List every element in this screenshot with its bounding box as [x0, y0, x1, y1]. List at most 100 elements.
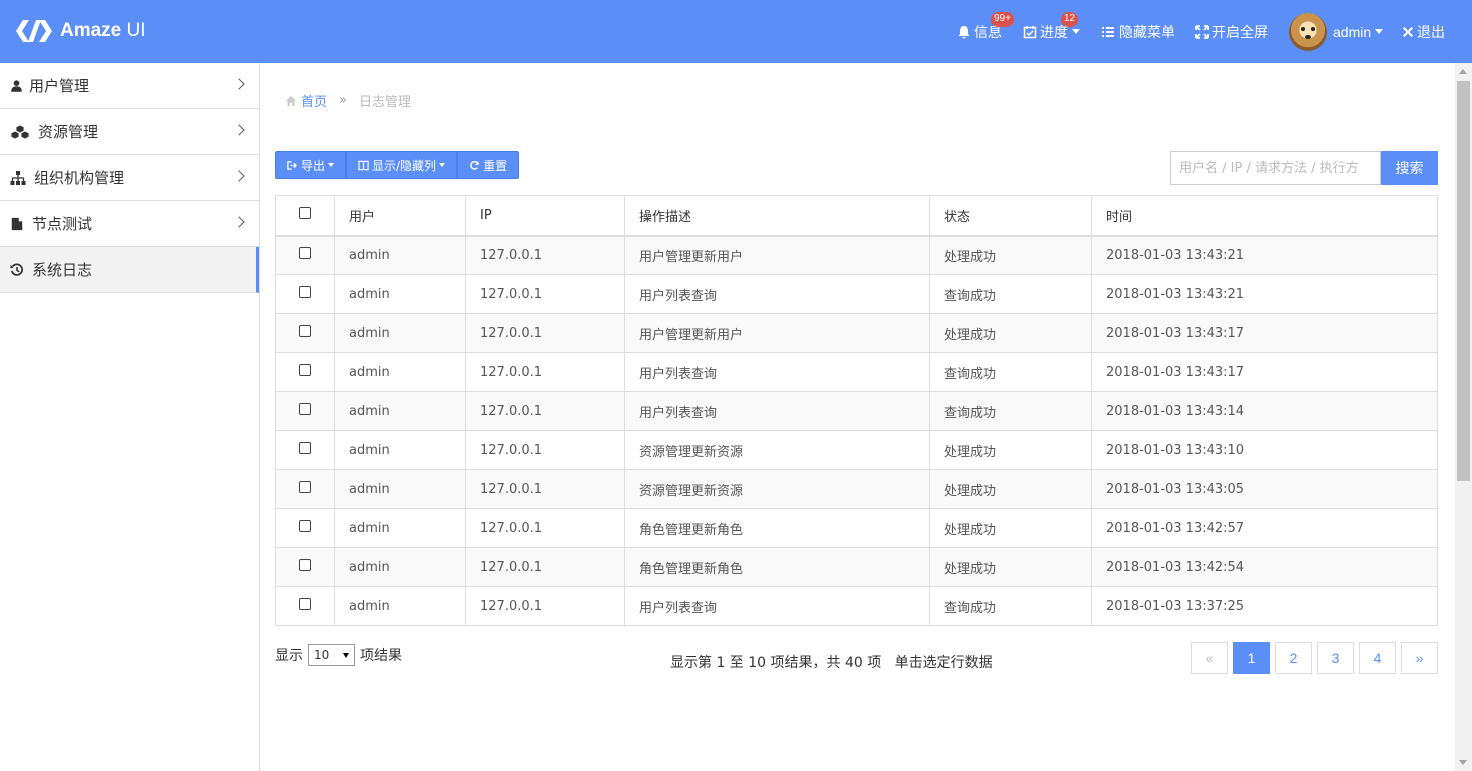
table-cell: 2018-01-03 13:43:05 [1091, 469, 1438, 509]
table-info: 显示第 1 至 10 项结果，共 40 项 单击选定行数据 [670, 655, 993, 671]
sidebar-item-label: 组织机构管理 [34, 169, 125, 187]
sidebar-item-label: 用户管理 [29, 77, 90, 95]
table-row[interactable]: admin 127.0.0.1 角色管理更新角色 处理成功 2018-01-03 13:… [275, 508, 1438, 548]
row-checkbox[interactable] [299, 598, 311, 610]
sidebar-item-label: 资源管理 [38, 123, 99, 141]
page-scrollbar[interactable] [1455, 63, 1472, 771]
calendar-check-icon [1023, 25, 1037, 38]
toggle-columns-button[interactable]: 显示/隐藏列 [346, 151, 458, 179]
column-header[interactable]: 状态 [929, 195, 1092, 237]
select-all-cell [275, 195, 335, 237]
scroll-down-arrow-icon[interactable] [1459, 760, 1467, 765]
table-cell: 用户管理更新用户 [624, 313, 930, 353]
table-cell: admin [334, 391, 466, 431]
table-cell: 127.0.0.1 [465, 274, 625, 314]
row-checkbox[interactable] [299, 364, 311, 376]
progress-menu[interactable]: 进度 12 [1023, 0, 1080, 63]
breadcrumb-separator: » [339, 93, 347, 108]
chevron-down-icon [343, 652, 349, 658]
sitemap-icon [10, 170, 26, 185]
row-checkbox[interactable] [299, 325, 311, 337]
expand-icon [1195, 24, 1209, 39]
progress-badge: 12 [1061, 12, 1079, 27]
messages-menu[interactable]: 信息 99+ [957, 0, 1014, 63]
column-header[interactable]: 操作描述 [624, 195, 930, 237]
row-checkbox[interactable] [299, 520, 311, 532]
table-row[interactable]: admin 127.0.0.1 用户管理更新用户 处理成功 2018-01-03 13:… [275, 313, 1438, 353]
table-row[interactable]: admin 127.0.0.1 用户列表查询 查询成功 2018-01-03 13:37… [275, 586, 1438, 626]
pagination-page[interactable]: 2 [1275, 642, 1312, 674]
reset-button[interactable]: 重置 [457, 151, 520, 179]
select-all-checkbox[interactable] [299, 207, 311, 220]
pagination-next[interactable]: » [1401, 642, 1438, 674]
sidebar-item-organization[interactable]: 组织机构管理 [0, 155, 259, 201]
row-select-cell [275, 508, 335, 548]
chevron-right-icon [233, 216, 245, 228]
breadcrumb-current: 日志管理 [358, 95, 411, 110]
sidebar-item-system-log[interactable]: 系统日志 [0, 247, 259, 293]
pagination-page[interactable]: 1 [1233, 642, 1270, 674]
sidebar-item-users[interactable]: 用户管理 [0, 63, 259, 109]
row-checkbox[interactable] [299, 286, 311, 298]
table-cell: 处理成功 [929, 235, 1092, 275]
table-cell: admin [334, 430, 466, 470]
row-checkbox[interactable] [299, 442, 311, 454]
brand-logo[interactable]: Amaze UI [14, 17, 146, 45]
pagination-prev[interactable]: « [1191, 642, 1228, 674]
page-size-select[interactable]: 10 [308, 644, 355, 666]
table-row[interactable]: admin 127.0.0.1 资源管理更新资源 处理成功 2018-01-03 13:… [275, 430, 1438, 470]
row-checkbox[interactable] [299, 559, 311, 571]
row-select-cell [275, 547, 335, 587]
table-cell: admin [334, 313, 466, 353]
table-cell: 2018-01-03 13:43:14 [1091, 391, 1438, 431]
column-header[interactable]: 用户 [334, 195, 466, 237]
export-button[interactable]: 导出 [275, 151, 347, 179]
table-cell: 2018-01-03 13:43:17 [1091, 313, 1438, 353]
table-cell: 查询成功 [929, 352, 1092, 392]
table-row[interactable]: admin 127.0.0.1 用户列表查询 查询成功 2018-01-03 13:43… [275, 352, 1438, 392]
table-cell: 处理成功 [929, 430, 1092, 470]
refresh-icon [470, 160, 479, 170]
table-cell: 127.0.0.1 [465, 469, 625, 509]
scrollbar-thumb[interactable] [1457, 81, 1470, 481]
main-content: 首页 » 日志管理 导出 显示/隐藏列 重置 搜索 用户 IP [275, 63, 1438, 771]
table-cell: 127.0.0.1 [465, 391, 625, 431]
table-cell: 2018-01-03 13:42:57 [1091, 508, 1438, 548]
table-row[interactable]: admin 127.0.0.1 资源管理更新资源 处理成功 2018-01-03 13:… [275, 469, 1438, 509]
row-checkbox[interactable] [299, 247, 311, 260]
pagination-page[interactable]: 4 [1359, 642, 1396, 674]
column-header[interactable]: 时间 [1091, 195, 1438, 237]
table-cell: 处理成功 [929, 547, 1092, 587]
table-cell: admin [334, 274, 466, 314]
sidebar-item-node-test[interactable]: 节点测试 [0, 201, 259, 247]
table-cell: admin [334, 586, 466, 626]
search-input[interactable] [1170, 151, 1381, 185]
chevron-down-icon [328, 163, 335, 167]
table-cell: 127.0.0.1 [465, 430, 625, 470]
table-cell: 2018-01-03 13:43:21 [1091, 235, 1438, 275]
row-checkbox[interactable] [299, 481, 311, 493]
table-cell: 2018-01-03 13:43:17 [1091, 352, 1438, 392]
search-button[interactable]: 搜索 [1381, 151, 1438, 185]
fullscreen-button[interactable]: 开启全屏 [1195, 0, 1268, 63]
table-cell: 2018-01-03 13:43:10 [1091, 430, 1438, 470]
column-header[interactable]: IP [465, 195, 625, 237]
cubes-icon [10, 124, 30, 139]
chevron-down-icon [439, 163, 446, 167]
breadcrumb-home-link[interactable]: 首页 [285, 91, 327, 110]
hide-menu-button[interactable]: 隐藏菜单 [1101, 0, 1175, 63]
table-row[interactable]: admin 127.0.0.1 用户列表查询 查询成功 2018-01-03 13:43… [275, 391, 1438, 431]
sign-out-icon [287, 160, 298, 170]
logout-button[interactable]: 退出 [1402, 0, 1445, 63]
scroll-up-arrow-icon[interactable] [1459, 69, 1467, 74]
user-menu[interactable]: admin [1289, 0, 1384, 63]
table-row[interactable]: admin 127.0.0.1 用户列表查询 查询成功 2018-01-03 13:43… [275, 274, 1438, 314]
table-row[interactable]: admin 127.0.0.1 用户管理更新用户 处理成功 2018-01-03 13:… [275, 235, 1438, 275]
table-row[interactable]: admin 127.0.0.1 角色管理更新角色 处理成功 2018-01-03 13:… [275, 547, 1438, 587]
log-table: 用户 IP 操作描述 状态 时间 admin 127.0.0.1 用户管理更新用户处… [275, 195, 1438, 626]
row-select-cell [275, 274, 335, 314]
row-checkbox[interactable] [299, 403, 311, 415]
pagination-page[interactable]: 3 [1317, 642, 1354, 674]
table-cell: 处理成功 [929, 313, 1092, 353]
sidebar-item-resources[interactable]: 资源管理 [0, 109, 259, 155]
